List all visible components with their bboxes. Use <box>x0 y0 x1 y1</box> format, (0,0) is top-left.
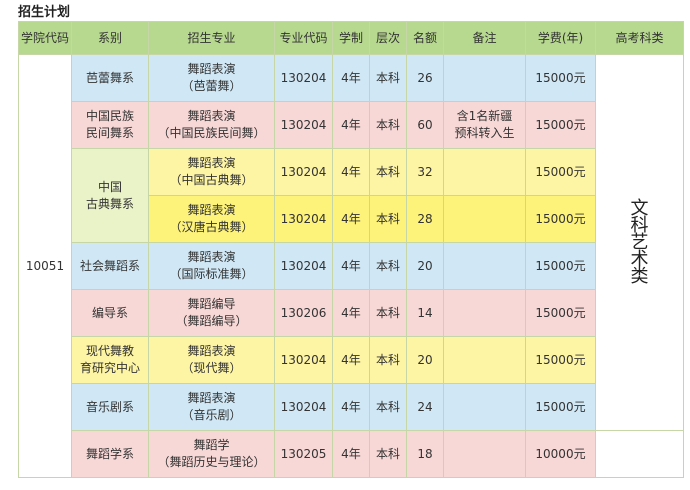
duration-cell: 4年 <box>332 195 370 243</box>
college-code: 10051 <box>25 258 65 273</box>
quota-cell: 18 <box>406 430 444 478</box>
tuition-cell: 15000元 <box>525 383 596 431</box>
major-code-cell: 130204 <box>274 336 333 384</box>
table-row: 舞蹈学系 舞蹈学 （舞蹈历史与理论） 130205 4年 本科 18 10000… <box>19 430 684 478</box>
note-cell <box>443 289 526 337</box>
major-cell: 舞蹈表演 （芭蕾舞） <box>148 54 275 102</box>
header-row: 学院代码 系别 招生专业 专业代码 学制 层次 名额 备注 学费(年) 高考科类 <box>18 21 684 55</box>
level-cell: 本科 <box>369 383 407 431</box>
exam-category-cell-empty <box>595 430 684 478</box>
tuition-cell: 15000元 <box>525 289 596 337</box>
major-cell: 舞蹈学 （舞蹈历史与理论） <box>148 430 275 478</box>
header-note: 备注 <box>443 21 526 55</box>
major-cell: 舞蹈编导 （舞蹈编导） <box>148 289 275 337</box>
header-exam-category: 高考科类 <box>595 21 684 55</box>
table-row: 社会舞蹈系 舞蹈表演 （国际标准舞） 130204 4年 本科 20 15000… <box>19 242 684 290</box>
major-code-cell: 130204 <box>274 383 333 431</box>
note-cell <box>443 148 526 196</box>
note-cell <box>443 336 526 384</box>
level-cell: 本科 <box>369 148 407 196</box>
quota-cell: 26 <box>406 54 444 102</box>
quota-cell: 60 <box>406 101 444 149</box>
page-title: 招生计划 <box>18 5 71 20</box>
major-cell: 舞蹈表演 （汉唐古典舞） <box>148 195 275 243</box>
level-cell: 本科 <box>369 54 407 102</box>
department-cell: 音乐剧系 <box>71 383 149 431</box>
quota-cell: 20 <box>406 336 444 384</box>
note-cell <box>443 54 526 102</box>
quota-cell: 14 <box>406 289 444 337</box>
duration-cell: 4年 <box>332 336 370 384</box>
header-duration: 学制 <box>332 21 370 55</box>
department-cell: 编导系 <box>71 289 149 337</box>
tuition-cell: 15000元 <box>525 242 596 290</box>
note-cell: 含1名新疆 预科转入生 <box>443 101 526 149</box>
tuition-cell: 15000元 <box>525 336 596 384</box>
level-cell: 本科 <box>369 336 407 384</box>
exam-category-cell: 文 科 艺 术 类 <box>595 54 684 431</box>
major-code-cell: 130204 <box>274 148 333 196</box>
level-cell: 本科 <box>369 195 407 243</box>
header-major-code: 专业代码 <box>274 21 333 55</box>
major-cell: 舞蹈表演 （国际标准舞） <box>148 242 275 290</box>
header-tuition: 学费(年) <box>525 21 596 55</box>
table-row: 现代舞教 育研究中心 舞蹈表演 （现代舞） 130204 4年 本科 20 15… <box>19 336 684 384</box>
duration-cell: 4年 <box>332 430 370 478</box>
major-code-cell: 130205 <box>274 430 333 478</box>
duration-cell: 4年 <box>332 242 370 290</box>
tuition-cell: 15000元 <box>525 148 596 196</box>
header-level: 层次 <box>369 21 407 55</box>
department-cell: 现代舞教 育研究中心 <box>71 336 149 384</box>
header-college-code: 学院代码 <box>18 21 72 55</box>
major-cell: 舞蹈表演 （现代舞） <box>148 336 275 384</box>
major-code-cell: 130204 <box>274 195 333 243</box>
major-cell: 舞蹈表演 （中国古典舞） <box>148 148 275 196</box>
table-row: 编导系 舞蹈编导 （舞蹈编导） 130206 4年 本科 14 15000元 <box>19 289 684 337</box>
note-cell <box>443 383 526 431</box>
major-code-cell: 130204 <box>274 101 333 149</box>
quota-cell: 20 <box>406 242 444 290</box>
table-row: 中国民族 民间舞系 舞蹈表演 （中国民族民间舞） 130204 4年 本科 60… <box>19 101 684 149</box>
college-code-cell: 10051 <box>18 54 72 478</box>
level-cell: 本科 <box>369 242 407 290</box>
department-cell: 芭蕾舞系 <box>71 54 149 102</box>
department-cell: 社会舞蹈系 <box>71 242 149 290</box>
department-cell: 中国 古典舞系 <box>71 148 149 243</box>
table-row: 10051 芭蕾舞系 舞蹈表演 （芭蕾舞） 130204 4年 本科 26 15… <box>18 54 684 478</box>
duration-cell: 4年 <box>332 289 370 337</box>
tuition-cell: 15000元 <box>525 195 596 243</box>
tuition-cell: 10000元 <box>525 430 596 478</box>
level-cell: 本科 <box>369 430 407 478</box>
duration-cell: 4年 <box>332 148 370 196</box>
table-row: 音乐剧系 舞蹈表演 （音乐剧） 130204 4年 本科 24 15000元 <box>19 383 684 431</box>
quota-cell: 24 <box>406 383 444 431</box>
level-cell: 本科 <box>369 289 407 337</box>
major-code-cell: 130204 <box>274 54 333 102</box>
department-cell: 舞蹈学系 <box>71 430 149 478</box>
quota-cell: 32 <box>406 148 444 196</box>
duration-cell: 4年 <box>332 101 370 149</box>
level-cell: 本科 <box>369 101 407 149</box>
header-department: 系别 <box>71 21 149 55</box>
tuition-cell: 15000元 <box>525 54 596 102</box>
department-cell: 中国民族 民间舞系 <box>71 101 149 149</box>
quota-cell: 28 <box>406 195 444 243</box>
major-code-cell: 130204 <box>274 242 333 290</box>
tuition-cell: 15000元 <box>525 101 596 149</box>
major-cell: 舞蹈表演 （中国民族民间舞） <box>148 101 275 149</box>
note-cell <box>443 242 526 290</box>
duration-cell: 4年 <box>332 54 370 102</box>
note-cell <box>443 195 526 243</box>
header-major: 招生专业 <box>148 21 275 55</box>
table-row: 中国 古典舞系 舞蹈表演 （中国古典舞） 130204 4年 本科 32 150… <box>19 148 684 243</box>
header-quota: 名额 <box>406 21 444 55</box>
note-cell <box>443 430 526 478</box>
enrollment-plan-table: 学院代码 系别 招生专业 专业代码 学制 层次 名额 备注 学费(年) 高考科类… <box>18 21 684 478</box>
duration-cell: 4年 <box>332 383 370 431</box>
major-cell: 舞蹈表演 （音乐剧） <box>148 383 275 431</box>
major-code-cell: 130206 <box>274 289 333 337</box>
